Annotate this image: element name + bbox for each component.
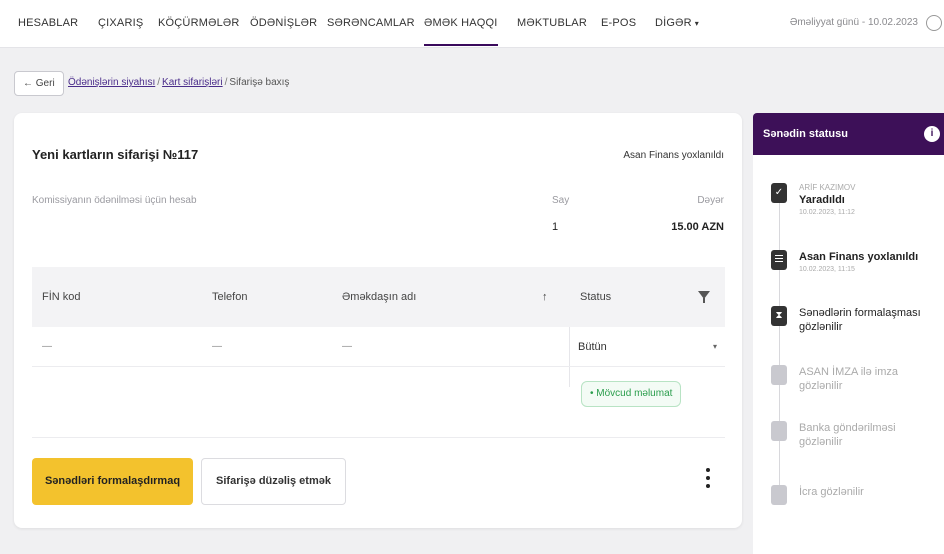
status-filter-value: Bütün bbox=[578, 341, 607, 353]
breadcrumb-separator: / bbox=[157, 77, 161, 88]
step-label: ASAN İMZA ilə imza gözlənilir bbox=[799, 366, 899, 392]
nav-item-other-label: DİGƏR bbox=[655, 17, 692, 29]
back-button[interactable]: ← Geri bbox=[14, 71, 64, 96]
chevron-down-icon: ▾ bbox=[712, 342, 717, 351]
hourglass-icon bbox=[771, 306, 787, 326]
nav-item-transfers[interactable]: KÖÇÜRMƏLƏR bbox=[158, 0, 240, 46]
signature-icon bbox=[771, 365, 787, 385]
info-icon[interactable]: i bbox=[924, 126, 940, 142]
breadcrumb-current: Sifarişə baxış bbox=[229, 77, 290, 88]
nav-item-salary[interactable]: ƏMƏK HAQQI bbox=[424, 0, 498, 46]
more-options-icon[interactable] bbox=[704, 468, 712, 494]
nav-item-other[interactable]: DİGƏR ▾ bbox=[655, 0, 699, 46]
nav-item-payments[interactable]: ÖDƏNİŞLƏR bbox=[250, 0, 317, 46]
status-panel-header: Sənədin statusu i bbox=[753, 113, 944, 155]
page-title: Yeni kartların sifarişi №117 bbox=[32, 147, 199, 162]
breadcrumb: Ödənişlərin siyahısı / Kart sifarişləri / Si… bbox=[68, 77, 289, 88]
top-navigation: HESABLAR ÇIXARIŞ KÖÇÜRMƏLƏR ÖDƏNİŞLƏR SƏ… bbox=[0, 0, 944, 48]
table-row: • Mövcud məlumat bbox=[32, 367, 725, 423]
step-label: Banka göndərilməsi gözlənilir bbox=[799, 422, 896, 448]
nav-item-accounts[interactable]: HESABLAR bbox=[18, 0, 78, 46]
phone-cell: — bbox=[212, 341, 222, 352]
chevron-down-icon: ▾ bbox=[694, 19, 699, 28]
step-label: Asan Finans yoxlanıldı bbox=[799, 251, 919, 263]
nav-item-letters[interactable]: MƏKTUBLAR bbox=[517, 0, 587, 46]
step-date: 10.02.2023, 11:12 bbox=[799, 209, 855, 216]
filter-icon[interactable] bbox=[698, 291, 710, 303]
step-label: Yaradıldı bbox=[799, 194, 845, 206]
table-header: FİN kod Telefon Əməkdaşın adı ↑ Status bbox=[32, 267, 725, 327]
table-row: — — — Bütün ▾ bbox=[32, 327, 725, 367]
nav-item-orders[interactable]: SƏRƏNCAMLAR bbox=[327, 0, 415, 46]
breadcrumb-card-orders[interactable]: Kart sifarişləri bbox=[162, 77, 223, 88]
edit-order-button[interactable]: Sifarişə düzəliş etmək bbox=[201, 458, 346, 505]
employees-table: FİN kod Telefon Əməkdaşın adı ↑ Status —… bbox=[32, 267, 725, 423]
sort-arrow-icon[interactable]: ↑ bbox=[542, 267, 548, 327]
count-label: Say bbox=[552, 195, 570, 206]
timeline-line bbox=[779, 191, 780, 501]
document-status-panel: Sənədin statusu i ARİF KAZIMOV Yaradıldı… bbox=[753, 113, 944, 554]
column-status[interactable]: Status bbox=[580, 267, 611, 327]
execution-icon bbox=[771, 485, 787, 505]
existing-data-badge[interactable]: • Mövcud məlumat bbox=[581, 381, 682, 407]
step-label: Sənədlərin formalaşması gözlənilir bbox=[799, 307, 921, 333]
employee-name-cell: — bbox=[342, 341, 352, 352]
document-icon bbox=[771, 250, 787, 270]
price-value: 15.00 AZN bbox=[671, 221, 724, 233]
calendar-icon[interactable] bbox=[926, 15, 942, 31]
generate-documents-button[interactable]: Sənədləri formalaşdırmaq bbox=[32, 458, 193, 505]
breadcrumb-payments-list[interactable]: Ödənişlərin siyahısı bbox=[68, 77, 155, 88]
status-panel-title: Sənədin statusu bbox=[763, 128, 848, 140]
nav-item-epos[interactable]: E-POS bbox=[601, 0, 636, 46]
step-date: 10.02.2023, 11:15 bbox=[799, 266, 855, 273]
nav-item-statement[interactable]: ÇIXARIŞ bbox=[98, 0, 143, 46]
operational-day: Əməliyyat günü - 10.02.2023 bbox=[789, 17, 918, 28]
approval-status: Asan Finans yoxlanıldı bbox=[623, 150, 724, 161]
bank-icon bbox=[771, 421, 787, 441]
column-fin-code[interactable]: FİN kod bbox=[42, 267, 81, 327]
column-employee-name[interactable]: Əməkdaşın adı bbox=[342, 267, 416, 327]
commission-account-label: Komissiyanın ödənilməsi üçün hesab bbox=[32, 195, 197, 206]
step-label: İcra gözlənilir bbox=[799, 486, 864, 498]
step-person: ARİF KAZIMOV bbox=[799, 183, 856, 192]
divider bbox=[32, 437, 725, 438]
status-filter-select[interactable]: Bütün ▾ bbox=[578, 327, 725, 367]
breadcrumb-separator: / bbox=[224, 77, 228, 88]
check-icon bbox=[771, 183, 787, 203]
count-value: 1 bbox=[552, 221, 559, 233]
column-phone[interactable]: Telefon bbox=[212, 267, 247, 327]
fin-code-cell: — bbox=[42, 341, 52, 352]
order-card: Yeni kartların sifarişi №117 Asan Finans… bbox=[14, 113, 742, 528]
price-label: Dəyər bbox=[697, 195, 724, 206]
